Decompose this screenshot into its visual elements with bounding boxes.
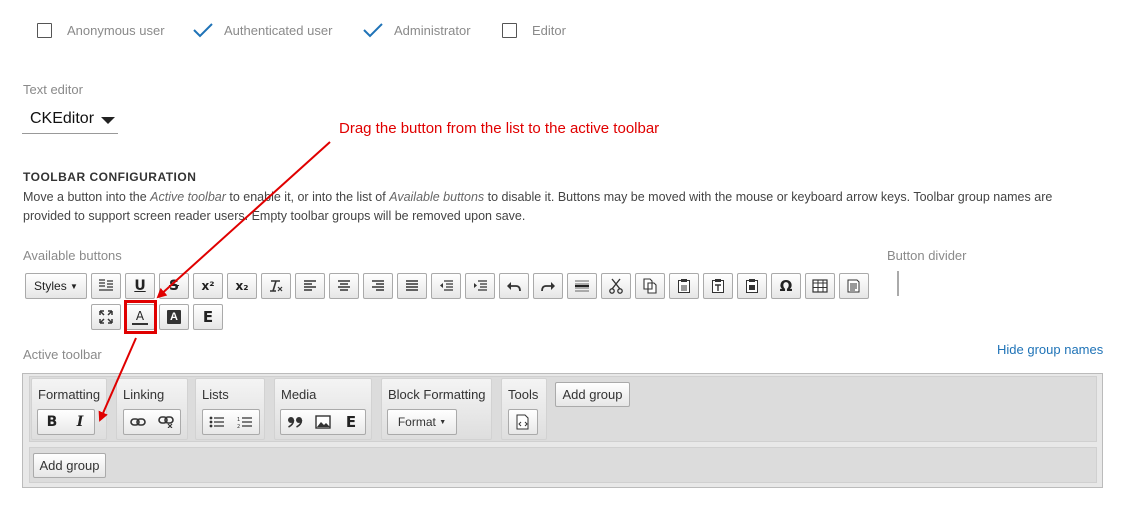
arrow-to-button [156,141,331,299]
arrow-to-toolbar [98,337,137,422]
annotation-arrows [98,141,331,422]
